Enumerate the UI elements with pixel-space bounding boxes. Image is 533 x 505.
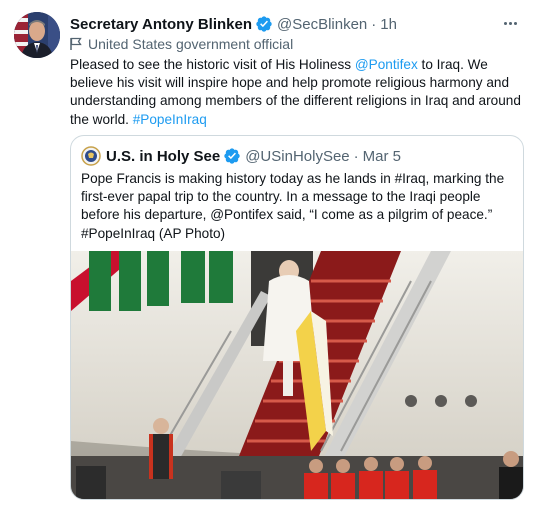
quoted-tweet-photo[interactable]	[71, 251, 523, 499]
tweet-text: Pleased to see the historic visit of His…	[70, 56, 525, 129]
quoted-tweet-text: Pope Francis is making history today as …	[81, 171, 505, 241]
quoted-author-handle[interactable]: @USinHolySee	[245, 148, 349, 165]
quoted-tweet[interactable]: U.S. in Holy See @USinHolySee · Mar 5 Po…	[70, 135, 524, 500]
verified-badge-icon	[256, 16, 272, 32]
pontifex-mention-link[interactable]: @Pontifex	[355, 57, 418, 72]
government-label: United States government official	[70, 35, 293, 53]
author-name[interactable]: Secretary Antony Blinken	[70, 16, 252, 33]
hashtag-link[interactable]: #PopeInIraq	[133, 112, 207, 127]
author-handle[interactable]: @SecBlinken	[277, 16, 367, 33]
quoted-author-avatar[interactable]	[81, 146, 101, 166]
more-options-icon[interactable]	[501, 14, 519, 32]
tweet[interactable]: Secretary Antony Blinken @SecBlinken · 1…	[0, 0, 533, 505]
tweet-header: Secretary Antony Blinken @SecBlinken · 1…	[70, 14, 397, 34]
verified-badge-icon	[224, 148, 240, 164]
separator: ·	[353, 147, 359, 165]
quoted-timestamp[interactable]: Mar 5	[363, 148, 401, 165]
flag-icon	[70, 37, 82, 50]
author-avatar[interactable]	[14, 12, 60, 58]
timestamp[interactable]: 1h	[380, 16, 397, 33]
quoted-tweet-header: U.S. in Holy See @USinHolySee · Mar 5	[81, 146, 401, 166]
separator: ·	[371, 15, 377, 33]
government-label-text: United States government official	[88, 36, 294, 52]
tweet-text-part: Pleased to see the historic visit of His…	[70, 57, 355, 72]
quoted-author-name[interactable]: U.S. in Holy See	[106, 148, 220, 165]
